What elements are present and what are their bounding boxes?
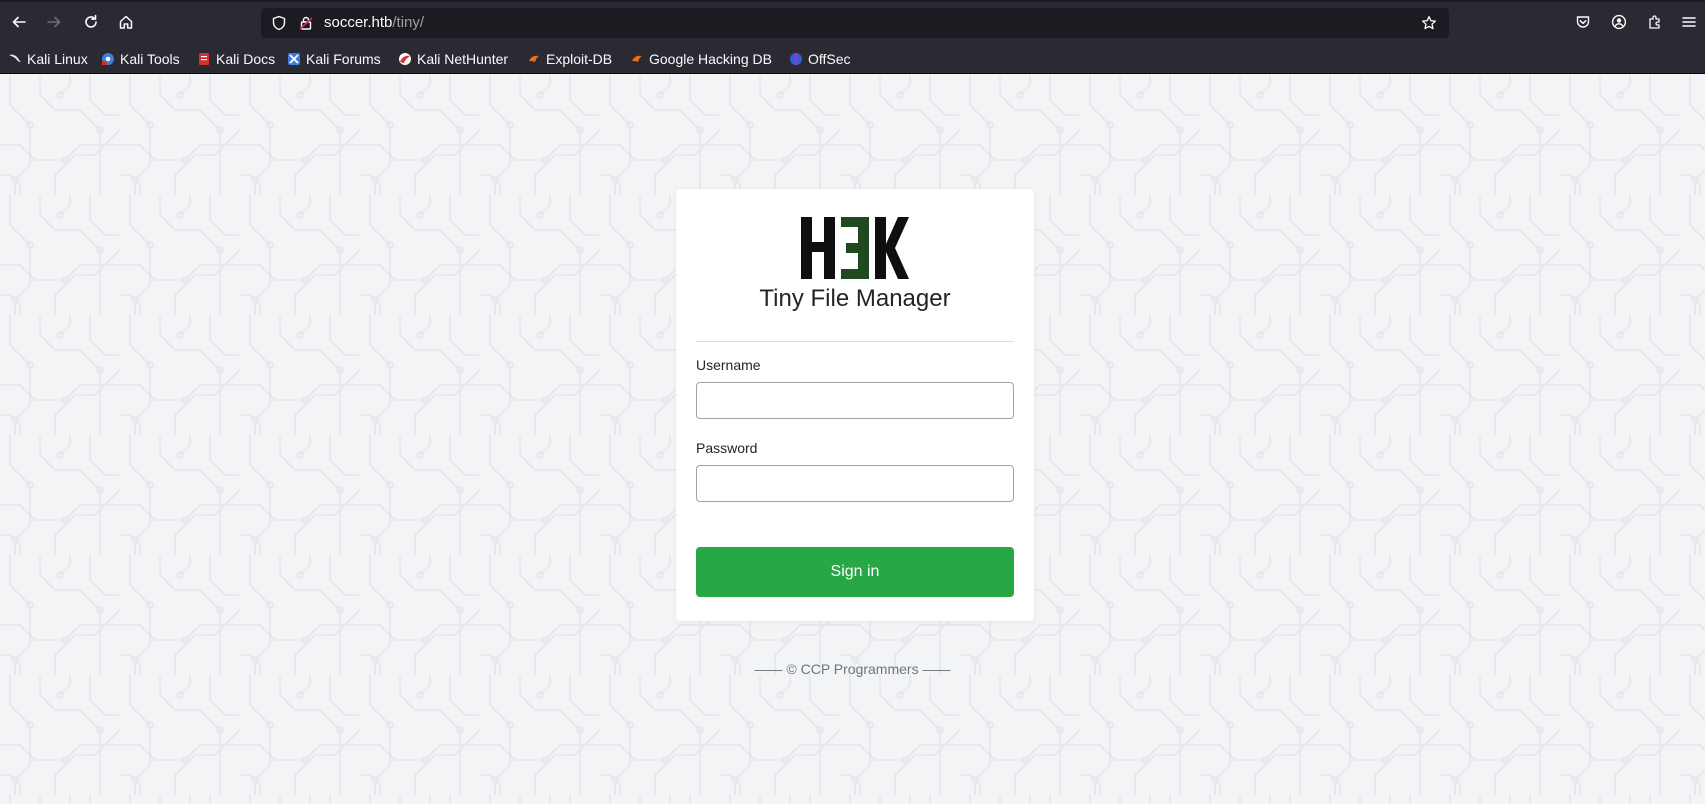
page-viewport: Tiny File Manager Username Password Sign… bbox=[0, 75, 1705, 804]
home-button[interactable] bbox=[115, 11, 137, 33]
password-input[interactable] bbox=[696, 465, 1014, 502]
bookmark-exploit-db[interactable]: Exploit-DB bbox=[527, 49, 612, 69]
url-path: /tiny/ bbox=[392, 14, 425, 31]
kali-docs-icon bbox=[199, 53, 209, 65]
kali-forums-icon bbox=[288, 53, 300, 65]
url-host: soccer.htb bbox=[324, 14, 393, 31]
account-icon bbox=[1611, 14, 1627, 30]
bookmark-kali-forums[interactable]: Kali Forums bbox=[287, 49, 381, 69]
bookmark-kali-docs[interactable]: Kali Docs bbox=[197, 49, 275, 69]
url-text[interactable]: soccer.htb/tiny/ bbox=[324, 14, 424, 32]
title-divider bbox=[696, 341, 1014, 342]
browser-navbar: soccer.htb/tiny/ bbox=[0, 0, 1705, 44]
google-hacking-db-icon bbox=[632, 55, 642, 62]
insecure-lock-icon[interactable] bbox=[298, 15, 314, 31]
extensions-button[interactable] bbox=[1644, 11, 1666, 33]
bookmark-label: Kali Forums bbox=[306, 51, 381, 67]
password-label: Password bbox=[696, 440, 758, 456]
puzzle-piece-icon bbox=[1649, 15, 1660, 29]
bookmark-offsec[interactable]: OffSec bbox=[789, 49, 851, 69]
bookmark-kali-linux[interactable]: Kali Linux bbox=[8, 49, 88, 69]
h3k-logo bbox=[801, 217, 909, 279]
bookmark-star-icon[interactable] bbox=[1421, 15, 1437, 31]
forward-button[interactable] bbox=[43, 11, 65, 33]
app-title: Tiny File Manager bbox=[759, 285, 951, 312]
pocket-button[interactable] bbox=[1572, 11, 1594, 33]
arrow-left-icon bbox=[12, 16, 26, 28]
url-bar[interactable]: soccer.htb/tiny/ bbox=[261, 8, 1449, 38]
login-card: Tiny File Manager Username Password Sign… bbox=[676, 189, 1034, 621]
tracking-protection-shield-icon[interactable] bbox=[271, 15, 287, 31]
pocket-icon bbox=[1576, 16, 1590, 28]
menu-button[interactable] bbox=[1678, 11, 1700, 33]
offsec-icon bbox=[790, 53, 802, 65]
footer-copyright: —— © CCP Programmers —— bbox=[754, 661, 951, 677]
back-button[interactable] bbox=[8, 11, 30, 33]
sign-in-button[interactable]: Sign in bbox=[696, 547, 1014, 597]
arrow-right-icon bbox=[47, 16, 61, 28]
bookmark-kali-nethunter[interactable]: Kali NetHunter bbox=[398, 49, 508, 69]
bookmark-label: Kali Linux bbox=[27, 51, 88, 67]
exploit-db-icon bbox=[529, 55, 539, 62]
bookmark-label: Kali Docs bbox=[216, 51, 276, 67]
bookmarks-toolbar: Kali Linux Kali Tools Kali Docs Kali For… bbox=[0, 44, 1705, 74]
bookmark-label: Kali Tools bbox=[120, 51, 180, 67]
account-button[interactable] bbox=[1608, 11, 1630, 33]
bookmark-label: Exploit-DB bbox=[546, 51, 613, 67]
hamburger-menu-icon bbox=[1682, 17, 1696, 27]
bookmark-kali-tools[interactable]: Kali Tools bbox=[101, 49, 180, 69]
kali-dragon-icon bbox=[9, 54, 21, 62]
bookmark-google-hacking-db[interactable]: Google Hacking DB bbox=[630, 49, 772, 69]
reload-button[interactable] bbox=[80, 11, 102, 33]
bookmark-label: Kali NetHunter bbox=[417, 51, 509, 67]
kali-tools-icon bbox=[102, 53, 114, 65]
username-input[interactable] bbox=[696, 382, 1014, 419]
bookmark-label: Google Hacking DB bbox=[649, 51, 772, 67]
kali-nethunter-icon bbox=[399, 53, 411, 65]
bookmark-label: OffSec bbox=[808, 51, 851, 67]
username-label: Username bbox=[696, 357, 761, 373]
reload-icon bbox=[85, 14, 97, 28]
home-icon bbox=[119, 15, 133, 29]
